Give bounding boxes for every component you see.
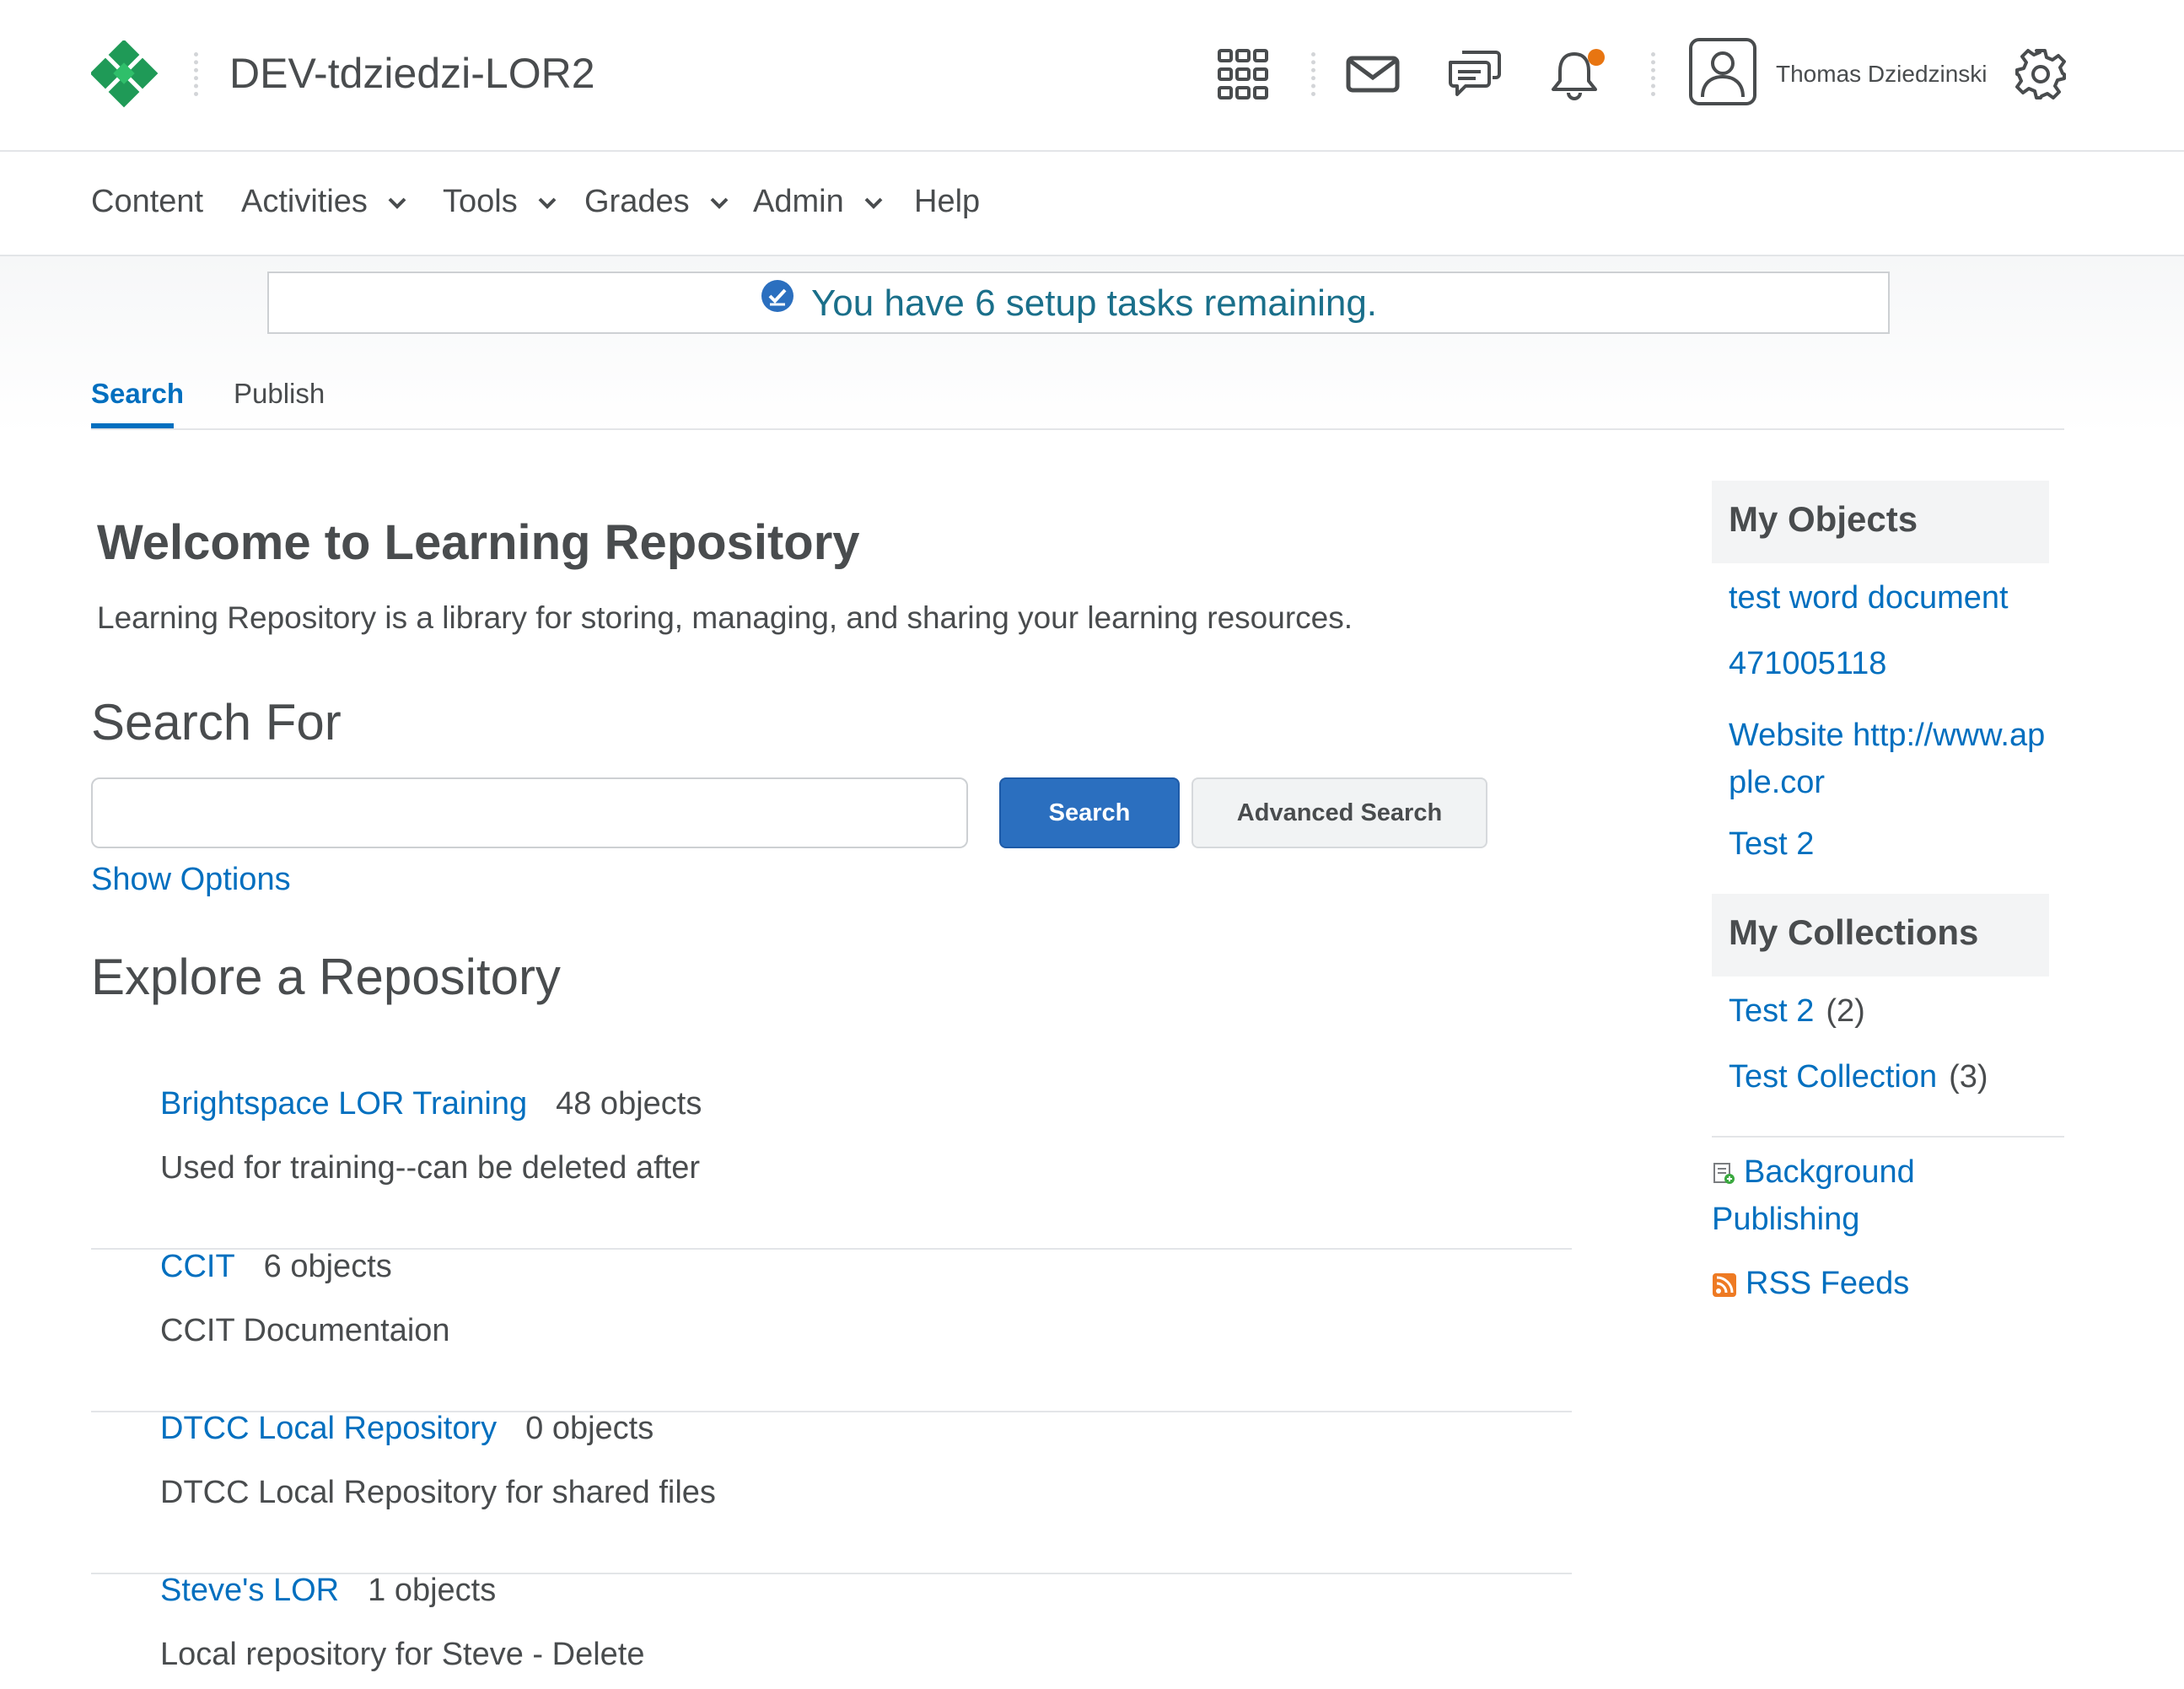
collection-count: (3)	[1949, 1059, 1988, 1095]
collection-item: Test Collection (3)	[1729, 1059, 1988, 1095]
repo-object-count: 0 objects	[525, 1411, 654, 1446]
my-collections-header: My Collections	[1712, 894, 2049, 976]
repo-object-count: 48 objects	[556, 1086, 702, 1122]
search-heading: Search For	[91, 694, 342, 750]
gear-icon[interactable]	[2014, 47, 2068, 101]
nav-help[interactable]: Help	[914, 184, 980, 220]
repo-row: Steve's LOR 1 objects Local repository fo…	[91, 1573, 1572, 1689]
repo-row: Brightspace LOR Training 48 objects Used …	[91, 1086, 1572, 1250]
background-publishing-link[interactable]: Background Publishing	[1712, 1154, 1915, 1237]
repo-link[interactable]: CCIT	[160, 1249, 235, 1284]
repo-row: CCIT 6 objects CCIT Documentaion	[91, 1249, 1572, 1412]
repo-description: Used for training--can be deleted after	[160, 1150, 701, 1186]
collection-count: (2)	[1826, 993, 1865, 1029]
advanced-search-button[interactable]: Advanced Search	[1192, 777, 1487, 848]
my-object-link[interactable]: Test 2	[1729, 826, 1814, 863]
user-name[interactable]: Thomas Dziedzinski	[1776, 61, 1988, 88]
my-object-link[interactable]: 471005118	[1729, 646, 1886, 682]
discussion-icon[interactable]	[1447, 47, 1501, 101]
top-header: DEV-tdziedzi-LOR2 Thomas Dziedzinski	[0, 0, 2184, 152]
nav-tools[interactable]: Tools	[443, 184, 557, 220]
page-title: Welcome to Learning Repository	[97, 515, 860, 570]
my-object-link[interactable]: test word document	[1729, 580, 2009, 616]
show-options-link[interactable]: Show Options	[91, 862, 291, 898]
rss-icon	[1713, 1272, 1736, 1297]
background-publishing-item: Background Publishing	[1712, 1148, 1965, 1243]
tab-publish[interactable]: Publish	[234, 378, 325, 410]
repo-description: DTCC Local Repository for shared files	[160, 1475, 716, 1510]
repo-link[interactable]: Brightspace LOR Training	[160, 1086, 527, 1122]
setup-tasks-banner[interactable]: You have 6 setup tasks remaining.	[267, 272, 1890, 334]
sidebar-divider	[1712, 1136, 2064, 1138]
rss-feeds-link[interactable]: RSS Feeds	[1746, 1266, 1909, 1301]
collection-link[interactable]: Test 2	[1729, 993, 1814, 1029]
tab-search[interactable]: Search	[91, 378, 184, 410]
checklist-icon	[761, 280, 793, 312]
avatar[interactable]	[1689, 38, 1756, 105]
my-objects-header: My Objects	[1712, 481, 2049, 563]
active-tab-indicator	[91, 423, 174, 428]
repo-object-count: 1 objects	[368, 1573, 497, 1608]
page-description: Learning Repository is a library for sto…	[97, 600, 1353, 635]
setup-tasks-text: You have 6 setup tasks remaining.	[811, 282, 1378, 324]
nav-grades[interactable]: Grades	[584, 184, 729, 220]
notification-dot	[1588, 49, 1605, 66]
tabs-divider	[91, 428, 2064, 430]
rss-feeds-item: RSS Feeds	[1712, 1260, 1909, 1307]
header-divider	[194, 52, 198, 96]
collection-link[interactable]: Test Collection	[1729, 1059, 1937, 1095]
explore-heading: Explore a Repository	[91, 949, 561, 1005]
org-title[interactable]: DEV-tdziedzi-LOR2	[229, 49, 595, 98]
header-divider	[1311, 52, 1315, 96]
repo-description: Local repository for Steve - Delete	[160, 1637, 645, 1672]
publishing-icon	[1713, 1162, 1735, 1184]
repo-link[interactable]: Steve's LOR	[160, 1573, 339, 1608]
collection-item: Test 2 (2)	[1729, 993, 1865, 1030]
email-icon[interactable]	[1346, 56, 1400, 93]
waffle-grid-icon[interactable]	[1218, 49, 1268, 100]
header-divider	[1651, 52, 1655, 96]
chevron-down-icon	[864, 197, 883, 209]
search-input[interactable]	[91, 777, 968, 848]
nav-content[interactable]: Content	[91, 184, 203, 220]
search-button[interactable]: Search	[999, 777, 1180, 848]
chevron-down-icon	[538, 197, 557, 209]
chevron-down-icon	[710, 197, 729, 209]
brand-logo-icon[interactable]	[91, 40, 159, 108]
nav-admin[interactable]: Admin	[753, 184, 883, 220]
chevron-down-icon	[389, 197, 406, 209]
avatar-icon	[1701, 51, 1745, 98]
my-object-link[interactable]: Website http://www.apple.cor	[1729, 712, 2049, 806]
repo-link[interactable]: DTCC Local Repository	[160, 1411, 497, 1446]
repo-description: CCIT Documentaion	[160, 1313, 450, 1348]
main-nav: Content Activities Tools Grades Admin He…	[0, 152, 2184, 256]
repo-row: DTCC Local Repository 0 objects DTCC Loca…	[91, 1411, 1572, 1574]
nav-activities[interactable]: Activities	[241, 184, 406, 220]
repo-object-count: 6 objects	[263, 1249, 392, 1284]
